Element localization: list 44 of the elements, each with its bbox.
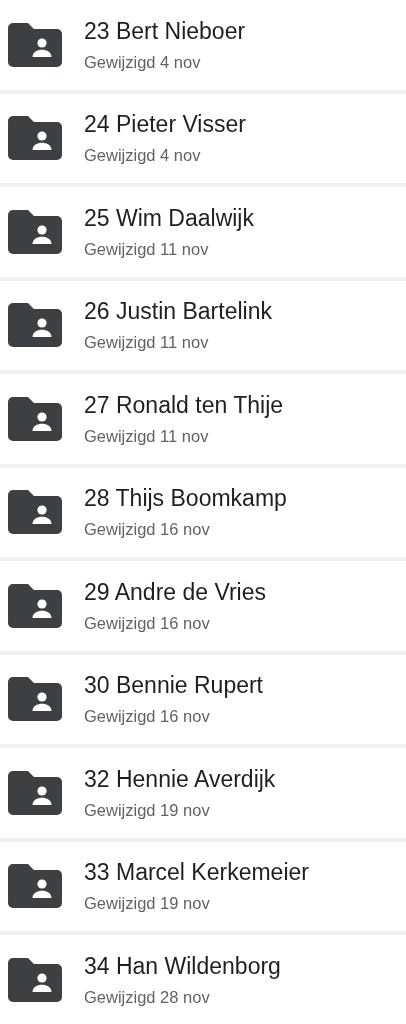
folder-name: 33 Marcel Kerkemeier bbox=[84, 859, 309, 887]
shared-folder-icon bbox=[8, 303, 62, 348]
folder-name: 29 Andre de Vries bbox=[84, 578, 266, 606]
shared-folder-icon bbox=[8, 957, 62, 1002]
shared-folder-icon bbox=[8, 396, 62, 441]
modified-date: Gewijzigd 4 nov bbox=[84, 52, 202, 72]
modified-date: Gewijzigd 11 nov bbox=[84, 333, 210, 353]
folder-row[interactable]: 30 Bennie Rupert Gewijzigd 16 nov bbox=[0, 654, 406, 744]
modified-date: Gewijzigd 11 nov bbox=[84, 239, 210, 259]
modified-date: Gewijzigd 19 nov bbox=[84, 894, 211, 914]
shared-folder-icon bbox=[8, 116, 62, 161]
shared-folder-icon bbox=[8, 677, 62, 722]
modified-date: Gewijzigd 16 nov bbox=[84, 707, 211, 727]
folder-name: 27 Ronald ten Thije bbox=[84, 391, 284, 419]
folder-name: 23 Bert Nieboer bbox=[84, 17, 246, 45]
folder-name: 24 Pieter Visser bbox=[84, 111, 246, 139]
folder-row[interactable]: 32 Hennie Averdijk Gewijzigd 19 nov bbox=[0, 748, 406, 838]
shared-folder-icon bbox=[8, 770, 62, 815]
modified-date: Gewijzigd 19 nov bbox=[84, 800, 211, 820]
modified-date: Gewijzigd 16 nov bbox=[84, 520, 211, 540]
shared-folder-icon bbox=[8, 864, 62, 909]
folder-row[interactable]: 29 Andre de Vries Gewijzigd 16 nov bbox=[0, 561, 406, 651]
folder-name: 26 Justin Bartelink bbox=[84, 298, 272, 326]
modified-date: Gewijzigd 11 nov bbox=[84, 426, 210, 446]
shared-folder-icon bbox=[8, 22, 62, 67]
shared-folder-icon bbox=[8, 583, 62, 628]
folder-name: 28 Thijs Boomkamp bbox=[84, 485, 287, 513]
modified-date: Gewijzigd 16 nov bbox=[84, 613, 211, 633]
modified-date: Gewijzigd 28 nov bbox=[84, 987, 211, 1007]
folder-row[interactable]: 34 Han Wildenborg Gewijzigd 28 nov bbox=[0, 935, 406, 1024]
folder-row[interactable]: 28 Thijs Boomkamp Gewijzigd 16 nov bbox=[0, 467, 406, 557]
modified-date: Gewijzigd 4 nov bbox=[84, 146, 202, 166]
folder-row[interactable]: 26 Justin Bartelink Gewijzigd 11 nov bbox=[0, 280, 406, 370]
folder-name: 25 Wim Daalwijk bbox=[84, 204, 254, 232]
folder-row[interactable]: 24 Pieter Visser Gewijzigd 4 nov bbox=[0, 93, 406, 183]
folder-row[interactable]: 23 Bert Nieboer Gewijzigd 4 nov bbox=[0, 0, 406, 90]
shared-folder-icon bbox=[8, 209, 62, 254]
folder-name: 30 Bennie Rupert bbox=[84, 672, 263, 700]
folder-name: 32 Hennie Averdijk bbox=[84, 765, 276, 793]
folder-row[interactable]: 25 Wim Daalwijk Gewijzigd 11 nov bbox=[0, 187, 406, 277]
shared-folder-icon bbox=[8, 490, 62, 535]
folder-row[interactable]: 33 Marcel Kerkemeier Gewijzigd 19 nov bbox=[0, 841, 406, 931]
folder-name: 34 Han Wildenborg bbox=[84, 952, 281, 980]
folder-row[interactable]: 27 Ronald ten Thije Gewijzigd 11 nov bbox=[0, 374, 406, 464]
